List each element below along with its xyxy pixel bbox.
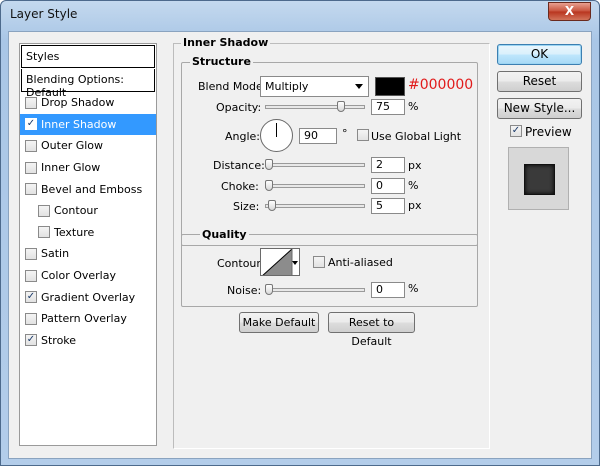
styles-header[interactable]: Styles: [21, 45, 155, 68]
style-item-label: Color Overlay: [41, 269, 116, 283]
angle-unit: °: [342, 127, 348, 140]
style-checkbox[interactable]: [25, 96, 37, 109]
style-item-label: Texture: [54, 225, 95, 239]
color-hex-label: #000000: [408, 77, 474, 93]
window-title: Layer Style: [10, 7, 78, 21]
reset-to-default-button[interactable]: Reset to Default: [328, 312, 415, 348]
style-preview-thumbnail: [508, 147, 569, 210]
opacity-slider-thumb[interactable]: [337, 101, 345, 112]
style-item-label: Inner Glow: [41, 161, 101, 175]
use-global-light-checkbox[interactable]: [357, 129, 369, 141]
distance-slider[interactable]: [265, 159, 365, 170]
style-item-label: Satin: [41, 247, 70, 261]
choke-slider[interactable]: [265, 180, 365, 191]
reset-button[interactable]: Reset: [497, 71, 582, 92]
style-checkbox[interactable]: ✓: [25, 118, 37, 131]
style-checkbox[interactable]: ✓: [25, 291, 37, 304]
anti-aliased-checkbox[interactable]: [313, 256, 325, 268]
angle-field[interactable]: 90: [299, 128, 337, 144]
shadow-color-swatch[interactable]: [375, 77, 405, 96]
size-field[interactable]: 5: [371, 198, 405, 214]
noise-slider[interactable]: [265, 284, 365, 295]
anti-aliased-label: Anti-aliased: [328, 256, 393, 269]
style-item-stroke[interactable]: ✓ Stroke: [20, 330, 156, 352]
angle-label: Angle:: [225, 130, 261, 143]
style-item-texture[interactable]: Texture: [20, 222, 156, 244]
style-item-label: Outer Glow: [41, 139, 104, 153]
opacity-slider[interactable]: [265, 101, 365, 112]
style-checkbox[interactable]: [25, 183, 37, 196]
style-checkbox[interactable]: ✓: [25, 334, 37, 347]
style-item-label: Gradient Overlay: [41, 290, 136, 304]
quality-legend: Quality: [200, 228, 249, 241]
choke-unit: %: [408, 179, 419, 192]
distance-slider-thumb[interactable]: [265, 159, 273, 170]
blend-mode-select[interactable]: Multiply: [260, 76, 369, 97]
noise-slider-thumb[interactable]: [265, 284, 273, 295]
quality-group: [181, 234, 478, 307]
preview-swatch: [524, 164, 555, 195]
structure-legend: Structure: [190, 55, 253, 68]
style-checkbox[interactable]: [38, 226, 50, 239]
style-item-satin[interactable]: Satin: [20, 243, 156, 265]
blend-mode-label: Blend Mode:: [198, 80, 267, 93]
dialog-client: Styles Blending Options: Default Drop Sh…: [8, 31, 592, 459]
style-item-inner-shadow[interactable]: ✓ Inner Shadow: [20, 113, 156, 136]
size-slider[interactable]: [265, 200, 365, 211]
style-item-color-overlay[interactable]: Color Overlay: [20, 265, 156, 287]
size-slider-thumb[interactable]: [268, 200, 276, 211]
opacity-field[interactable]: 75: [371, 99, 405, 115]
style-item-label: Drop Shadow: [41, 96, 115, 110]
make-default-button[interactable]: Make Default: [239, 312, 319, 333]
distance-unit: px: [408, 159, 422, 172]
distance-label: Distance:: [213, 159, 265, 172]
style-items: Drop Shadow ✓ Inner Shadow Outer Glow Inner …: [20, 92, 156, 351]
angle-dial[interactable]: [260, 119, 293, 152]
contour-label: Contour:: [217, 257, 265, 270]
style-item-outer-glow[interactable]: Outer Glow: [20, 135, 156, 157]
noise-label: Noise:: [227, 284, 262, 297]
preview-label: Preview: [525, 125, 572, 139]
close-button[interactable]: X: [548, 2, 591, 21]
blend-mode-value: Multiply: [265, 80, 309, 93]
title-bar[interactable]: Layer Style X: [1, 1, 599, 31]
style-item-label: Stroke: [41, 333, 77, 347]
style-item-gradient-overlay[interactable]: ✓ Gradient Overlay: [20, 286, 156, 308]
layer-style-window: Layer Style X Styles Blending Options: D…: [0, 0, 600, 466]
style-checkbox[interactable]: [25, 161, 37, 174]
noise-field[interactable]: 0: [371, 282, 405, 298]
style-checkbox[interactable]: [25, 247, 37, 260]
opacity-label: Opacity:: [216, 101, 262, 114]
style-item-inner-glow[interactable]: Inner Glow: [20, 157, 156, 179]
preview-checkbox[interactable]: ✓: [510, 125, 522, 137]
style-item-label: Bevel and Emboss: [41, 182, 143, 196]
distance-field[interactable]: 2: [371, 157, 405, 173]
style-checkbox[interactable]: [25, 139, 37, 152]
choke-slider-thumb[interactable]: [265, 180, 273, 191]
choke-field[interactable]: 0: [371, 178, 405, 194]
style-item-pattern-overlay[interactable]: Pattern Overlay: [20, 308, 156, 330]
size-label: Size:: [233, 200, 260, 213]
size-unit: px: [408, 199, 422, 212]
style-checkbox[interactable]: [38, 204, 50, 217]
noise-unit: %: [408, 282, 419, 295]
style-item-bevel-and-emboss[interactable]: Bevel and Emboss: [20, 178, 156, 200]
style-checkbox[interactable]: [25, 312, 37, 325]
styles-list: Styles Blending Options: Default Drop Sh…: [19, 43, 157, 446]
use-global-light-label: Use Global Light: [371, 130, 462, 143]
style-item-contour[interactable]: Contour: [20, 200, 156, 222]
blending-options-item[interactable]: Blending Options: Default: [21, 69, 155, 99]
panel-title: Inner Shadow: [181, 36, 271, 49]
new-style-button[interactable]: New Style...: [497, 98, 582, 119]
ok-button[interactable]: OK: [497, 44, 582, 65]
style-item-label: Inner Shadow: [41, 117, 117, 131]
style-item-label: Contour: [54, 204, 98, 218]
opacity-unit: %: [408, 100, 419, 113]
style-checkbox[interactable]: [25, 269, 37, 282]
style-item-label: Pattern Overlay: [41, 312, 127, 326]
chevron-down-icon: [355, 84, 363, 89]
contour-chevron-down-icon[interactable]: [292, 261, 298, 265]
choke-label: Choke:: [221, 180, 259, 193]
